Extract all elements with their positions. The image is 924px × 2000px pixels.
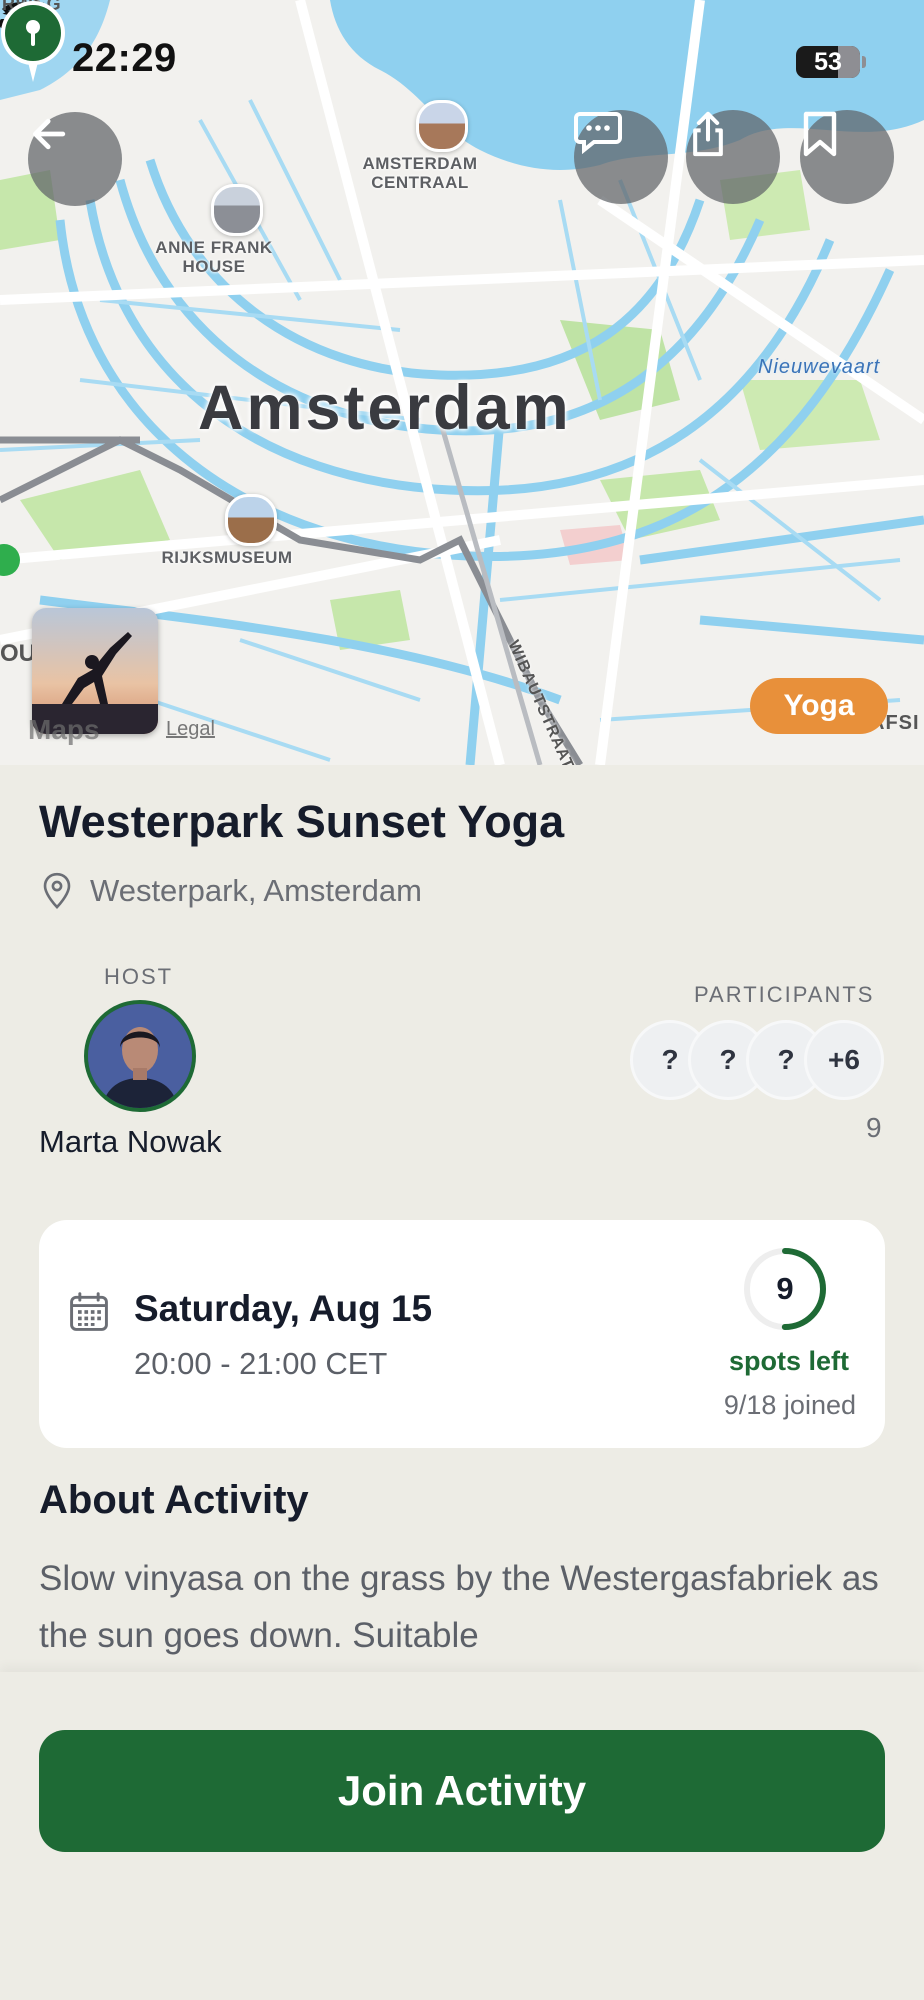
share-button[interactable]: [686, 110, 780, 204]
bookmark-button[interactable]: [800, 110, 894, 204]
host-avatar[interactable]: [84, 1000, 196, 1112]
status-bar: 22:29 53: [0, 0, 924, 110]
joined-count: 9/18 joined: [723, 1390, 856, 1420]
arrow-left-icon: [32, 118, 66, 150]
poi-label: RIJKSMUSEUM: [161, 548, 293, 567]
centraal-station-image: [416, 100, 468, 152]
participants-label: PARTICIPANTS: [694, 982, 875, 1007]
battery-icon: 53: [796, 46, 866, 78]
location-pin-icon: [43, 872, 71, 909]
chat-bubble-icon: [574, 112, 622, 154]
participants-more-badge: +6: [804, 1020, 884, 1100]
activity-date: Saturday, Aug 15: [134, 1288, 433, 1329]
activity-time: 20:00 - 21:00 CET: [134, 1346, 388, 1381]
about-text: Slow vinyasa on the grass by the Westerg…: [39, 1559, 879, 1655]
spots-left-label: spots left: [728, 1346, 849, 1376]
anne-frank-house-image: [211, 184, 263, 236]
poi-amsterdam-centraal[interactable]: AMSTERDAM CENTRAAL: [363, 100, 488, 192]
activity-location[interactable]: Westerpark, Amsterdam: [42, 872, 422, 910]
location-text: Westerpark, Amsterdam: [90, 873, 422, 908]
poi-label: CENTRAAL: [371, 173, 469, 192]
map-water-label: Nieuwevaart: [758, 356, 881, 378]
poi-label: ANNE FRANK: [155, 238, 273, 257]
calendar-icon: [70, 1292, 108, 1331]
bookmark-icon: [803, 111, 837, 157]
about-heading: About Activity: [39, 1478, 309, 1522]
join-activity-button[interactable]: Join Activity: [39, 1730, 885, 1852]
chat-button[interactable]: [574, 110, 668, 204]
poi-label: HOUSE: [182, 257, 246, 276]
participant-count: 9: [866, 1112, 882, 1143]
poi-label: AMSTERDAM: [362, 154, 478, 173]
category-tag: Yoga: [750, 678, 888, 734]
rijksmuseum-image: [225, 494, 277, 546]
map-edge-label: OU: [0, 640, 36, 667]
map-view[interactable]: 22:29 53 AMSTERDAM CENTRAAL ANNE FRANK H…: [0, 0, 924, 765]
spots-left-number: 9: [776, 1271, 794, 1306]
schedule-card: Saturday, Aug 15 20:00 - 21:00 CET 9 spo…: [39, 1220, 885, 1448]
back-button[interactable]: [28, 112, 122, 206]
poi-rijksmuseum[interactable]: RIJKSMUSEUM: [161, 494, 300, 567]
activity-title: Westerpark Sunset Yoga: [39, 796, 565, 847]
host-name[interactable]: Marta Nowak: [39, 1124, 222, 1160]
map-city-label: Amsterdam: [198, 373, 572, 443]
host-photo-image: [88, 1004, 192, 1108]
maps-attribution: Maps: [28, 714, 100, 745]
participants-avatars[interactable]: ? ? ? +6: [630, 1020, 886, 1100]
status-time: 22:29: [72, 36, 177, 80]
battery-level: 53: [814, 48, 842, 76]
legal-link[interactable]: Legal: [166, 718, 215, 741]
share-icon: [693, 111, 723, 157]
poi-anne-frank-house[interactable]: ANNE FRANK HOUSE: [155, 184, 284, 276]
host-label: HOST: [104, 964, 174, 989]
activity-location-pin-icon[interactable]: [0, 0, 66, 84]
